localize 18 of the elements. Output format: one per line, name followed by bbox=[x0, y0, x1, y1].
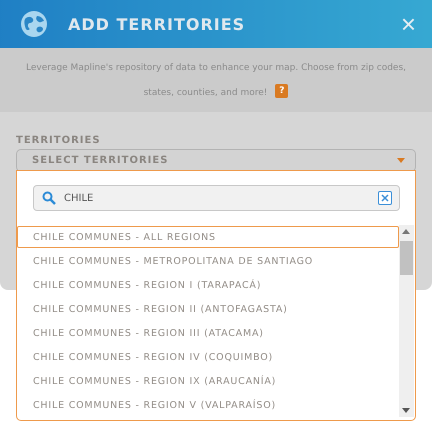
description-text: Leverage Mapline's repository of data to enhance your map. Choose from zip codes, bbox=[26, 63, 406, 73]
close-icon bbox=[381, 194, 389, 202]
down-arrow-icon[interactable] bbox=[402, 408, 410, 413]
scrollbar-thumb[interactable] bbox=[400, 241, 413, 275]
field-label: TERRITORIES bbox=[16, 135, 101, 146]
globe-icon bbox=[20, 10, 48, 38]
close-button[interactable]: × bbox=[400, 11, 416, 37]
search-icon bbox=[42, 191, 56, 205]
search-field[interactable]: CHILE bbox=[33, 185, 400, 211]
list-option[interactable]: CHILE COMMUNES - ALL REGIONS bbox=[17, 226, 399, 248]
dialog-title: ADD TERRITORIES bbox=[68, 14, 246, 34]
clear-button[interactable] bbox=[378, 191, 392, 205]
caret-icon bbox=[397, 158, 405, 163]
territories-dropdown[interactable]: SELECT TERRITORIES bbox=[16, 149, 416, 172]
description-text: states, counties, and more! bbox=[144, 88, 268, 98]
scrollbar[interactable] bbox=[399, 225, 414, 417]
up-arrow-icon[interactable] bbox=[402, 229, 410, 234]
help-button[interactable]: ? bbox=[275, 84, 288, 98]
